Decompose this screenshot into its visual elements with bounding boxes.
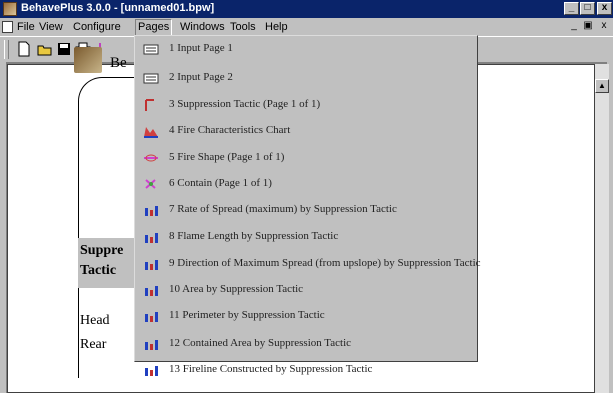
- pages-menu-item[interactable]: 12 Contained Area by Suppression Tactic: [137, 331, 475, 357]
- input-page-icon: [143, 72, 159, 85]
- pages-menu-item-label: 6 Contain (Page 1 of 1): [169, 177, 272, 189]
- pages-menu-item[interactable]: 2 Input Page 2: [137, 65, 475, 91]
- input-page-icon: [143, 43, 159, 56]
- mdi-restore-button[interactable]: ▣: [582, 21, 594, 32]
- maximize-button[interactable]: □: [580, 2, 595, 15]
- pages-menu-item[interactable]: 13 Fireline Constructed by Suppression T…: [137, 357, 475, 383]
- pages-menu-item[interactable]: 7 Rate of Spread (maximum) by Suppressio…: [137, 197, 475, 223]
- pages-menu-item-label: 4 Fire Characteristics Chart: [169, 124, 291, 136]
- bar-chart-icon: [143, 204, 159, 217]
- vertical-scrollbar[interactable]: ▲: [595, 64, 609, 393]
- pages-menu-item[interactable]: 11 Perimeter by Suppression Tactic: [137, 303, 475, 329]
- pages-menu-item[interactable]: 1 Input Page 1: [137, 36, 475, 62]
- pages-menu-item[interactable]: 4 Fire Characteristics Chart: [137, 118, 475, 144]
- pages-menu-item[interactable]: 5 Fire Shape (Page 1 of 1): [137, 145, 475, 171]
- row-label-suppression: Suppre: [80, 243, 124, 258]
- bar-chart-icon: [143, 231, 159, 244]
- pages-menu-item-label: 12 Contained Area by Suppression Tactic: [169, 337, 352, 349]
- pages-menu-item-label: 13 Fireline Constructed by Suppression T…: [169, 363, 373, 375]
- mdi-close-button[interactable]: x: [598, 21, 610, 32]
- pages-dropdown-menu: 1 Input Page 1 2 Input Page 2 3 Suppressio…: [134, 35, 481, 376]
- row-label-head: Head: [80, 313, 110, 328]
- pages-menu-item-label: 1 Input Page 1: [169, 42, 233, 54]
- pages-menu-item-label: 8 Flame Length by Suppression Tactic: [169, 230, 339, 242]
- menu-tools[interactable]: Tools: [228, 20, 258, 35]
- close-button[interactable]: x: [597, 2, 612, 15]
- title-bar: BehavePlus 3.0.0 - [unnamed01.bpw] _ □ x: [0, 0, 613, 18]
- mdi-minimize-button[interactable]: _: [568, 21, 580, 32]
- behaveplus-logo: [74, 47, 102, 73]
- pages-menu-item-label: 7 Rate of Spread (maximum) by Suppressio…: [169, 203, 397, 215]
- toolbar-grip[interactable]: [4, 40, 9, 59]
- row-label-rear: Rear: [80, 337, 107, 352]
- table-page-icon: [143, 99, 159, 112]
- menu-file[interactable]: File: [15, 20, 37, 35]
- minimize-button[interactable]: _: [564, 2, 579, 15]
- pages-menu-item-label: 10 Area by Suppression Tactic: [169, 283, 304, 295]
- bar-chart-icon: [143, 364, 159, 377]
- window-title: BehavePlus 3.0.0 - [unnamed01.bpw]: [21, 2, 215, 14]
- menu-windows[interactable]: Windows: [178, 20, 227, 35]
- pages-menu-item-label: 9 Direction of Maximum Spread (from upsl…: [169, 257, 481, 269]
- menu-view[interactable]: View: [37, 20, 65, 35]
- menu-bar: File View Configure Pages Windows Tools …: [0, 18, 613, 36]
- save-icon[interactable]: [55, 40, 73, 58]
- pages-menu-item-label: 11 Perimeter by Suppression Tactic: [169, 309, 325, 321]
- pages-menu-item[interactable]: 9 Direction of Maximum Spread (from upsl…: [137, 251, 481, 277]
- pages-menu-item[interactable]: 10 Area by Suppression Tactic: [137, 277, 475, 303]
- row-label-tactic: Tactic: [80, 263, 117, 278]
- pages-menu-item-label: 2 Input Page 2: [169, 71, 233, 83]
- fire-chart-icon: [143, 125, 159, 138]
- bar-chart-icon: [143, 258, 159, 271]
- open-folder-icon[interactable]: [36, 40, 54, 58]
- document-icon[interactable]: [2, 21, 13, 33]
- pages-menu-item[interactable]: 6 Contain (Page 1 of 1): [137, 171, 475, 197]
- menu-help[interactable]: Help: [263, 20, 290, 35]
- bar-chart-icon: [143, 284, 159, 297]
- fire-shape-icon: [143, 152, 159, 165]
- app-icon[interactable]: [3, 2, 17, 16]
- scroll-up-arrow-icon[interactable]: ▲: [595, 79, 609, 93]
- logo-text: Be: [110, 55, 127, 71]
- pages-menu-item[interactable]: 8 Flame Length by Suppression Tactic: [137, 224, 475, 250]
- pages-menu-item-label: 3 Suppression Tactic (Page 1 of 1): [169, 98, 321, 110]
- new-file-icon[interactable]: [15, 40, 33, 58]
- contain-icon: [143, 178, 159, 191]
- pages-menu-item-label: 5 Fire Shape (Page 1 of 1): [169, 151, 285, 163]
- bar-chart-icon: [143, 310, 159, 323]
- bar-chart-icon: [143, 338, 159, 351]
- pages-menu-item[interactable]: 3 Suppression Tactic (Page 1 of 1): [137, 92, 475, 118]
- menu-pages[interactable]: Pages: [135, 19, 173, 36]
- menu-configure[interactable]: Configure: [71, 20, 123, 35]
